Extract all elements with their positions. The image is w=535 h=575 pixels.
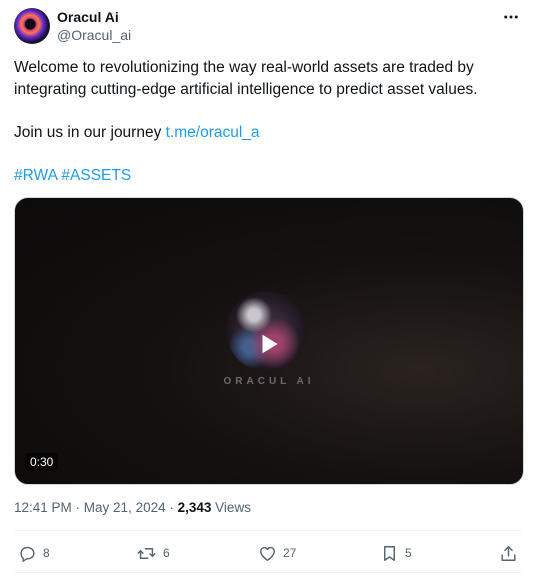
like-count: 27 (283, 546, 297, 560)
action-bar: 8 6 27 5 (0, 536, 535, 570)
play-icon (262, 334, 278, 354)
hashtag-rwa[interactable]: #RWA (14, 167, 57, 184)
post-time[interactable]: 12:41 PM (14, 500, 72, 515)
video-player[interactable]: ORACUL AI 0:30 (14, 197, 524, 485)
repost-count: 6 (163, 546, 170, 560)
more-icon (504, 15, 518, 19)
views-count: 2,343 (177, 500, 212, 515)
author-name[interactable]: Oracul Ai (57, 9, 119, 25)
play-button[interactable] (244, 319, 294, 369)
reply-icon (20, 546, 35, 562)
journey-text: Join us in our journey (14, 124, 166, 141)
avatar[interactable] (14, 8, 50, 44)
bookmark-count: 5 (405, 546, 412, 560)
telegram-link[interactable]: t.me/oracul_a (166, 124, 260, 141)
meta-separator: · (165, 500, 178, 515)
bookmark-icon (384, 545, 395, 561)
reply-button[interactable]: 8 (18, 542, 50, 564)
reply-count: 8 (43, 546, 50, 560)
tweet-text: Welcome to revolutionizing the way real-… (14, 57, 519, 208)
like-button[interactable]: 27 (258, 542, 296, 564)
tweet-paragraph: Welcome to revolutionizing the way real-… (14, 59, 478, 98)
hashtag-assets[interactable]: #ASSETS (61, 167, 131, 184)
divider (14, 572, 522, 573)
like-icon (260, 546, 275, 561)
video-watermark: ORACUL AI (223, 376, 315, 387)
hashtags: #RWA #ASSETS (14, 165, 519, 187)
divider (14, 530, 522, 531)
more-button[interactable] (497, 6, 525, 28)
author-handle[interactable]: @Oracul_ai (57, 27, 131, 43)
meta-separator: · (71, 500, 84, 515)
tweet-journey: Join us in our journey t.me/oracul_a (14, 122, 519, 144)
bookmark-button[interactable]: 5 (380, 542, 412, 564)
views-label: Views (215, 500, 251, 515)
video-duration: 0:30 (25, 453, 59, 471)
repost-icon (137, 547, 156, 559)
post-meta: 12:41 PM · May 21, 2024 · 2,343 Views (14, 500, 251, 515)
post-date[interactable]: May 21, 2024 (84, 500, 166, 515)
repost-button[interactable]: 6 (136, 542, 170, 564)
share-icon (501, 545, 516, 561)
tweet: Oracul Ai @Oracul_ai Welcome to revoluti… (0, 0, 535, 575)
share-button[interactable] (499, 542, 524, 564)
